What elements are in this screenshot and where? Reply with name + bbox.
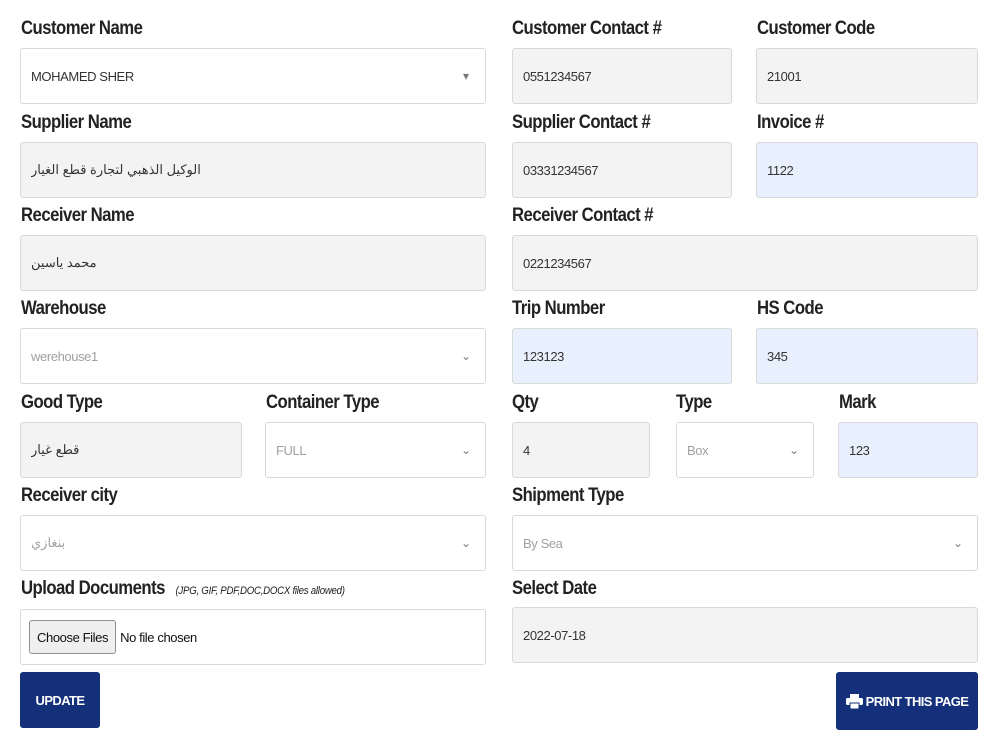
upload-documents-title: Upload Documents xyxy=(21,578,165,599)
receiver-name-value: محمد ياسين xyxy=(31,255,97,270)
good-type-value: قطع غيار xyxy=(31,442,80,457)
mark-field[interactable]: 123 xyxy=(838,422,978,478)
update-button-label: UPDATE xyxy=(35,692,85,708)
type-select[interactable]: Box ⌄ xyxy=(676,422,814,478)
warehouse-select[interactable]: werehouse1 ⌄ xyxy=(20,328,486,384)
shipment-type-value: By Sea xyxy=(523,535,563,551)
customer-contact-value: 0551234567 xyxy=(523,68,592,84)
warehouse-value: werehouse1 xyxy=(31,348,98,364)
choose-files-button[interactable]: Choose Files xyxy=(29,620,117,654)
customer-contact-label: Customer Contact # xyxy=(512,18,662,39)
customer-code-value: 21001 xyxy=(767,68,802,84)
invoice-field[interactable]: 1122 xyxy=(756,142,978,198)
trip-number-value: 123123 xyxy=(523,348,564,364)
receiver-contact-label: Receiver Contact # xyxy=(512,205,654,226)
update-button[interactable]: UPDATE xyxy=(20,672,100,728)
good-type-label: Good Type xyxy=(21,392,103,413)
receiver-name-label: Receiver Name xyxy=(21,205,135,226)
print-button-label: PRINT THIS PAGE xyxy=(865,693,969,709)
upload-documents-hint: (JPG, GIF, PDF,DOC,DOCX files allowed) xyxy=(175,585,345,597)
supplier-contact-field[interactable]: 03331234567 xyxy=(512,142,732,198)
receiver-city-label: Receiver city xyxy=(21,485,118,506)
shipment-type-label: Shipment Type xyxy=(512,485,624,506)
hs-code-value: 345 xyxy=(767,348,788,364)
receiver-city-select[interactable]: بنغازي ⌄ xyxy=(20,515,486,571)
type-label: Type xyxy=(676,392,712,413)
trip-number-field[interactable]: 123123 xyxy=(512,328,732,384)
container-type-value: FULL xyxy=(276,442,307,458)
file-status-text: No file chosen xyxy=(120,629,197,645)
customer-name-value: MOHAMED SHER xyxy=(31,68,134,84)
supplier-contact-value: 03331234567 xyxy=(523,162,599,178)
printer-icon xyxy=(845,693,863,709)
supplier-contact-label: Supplier Contact # xyxy=(512,112,651,133)
chevron-down-icon: ⌄ xyxy=(952,536,964,550)
supplier-name-label: Supplier Name xyxy=(21,112,132,133)
hs-code-field[interactable]: 345 xyxy=(756,328,978,384)
qty-label: Qty xyxy=(512,392,539,413)
print-page-button[interactable]: PRINT THIS PAGE xyxy=(836,672,978,730)
upload-documents-label: Upload Documents (JPG, GIF, PDF,DOC,DOCX … xyxy=(21,578,345,600)
date-field[interactable]: 2022-07-18 xyxy=(512,607,978,663)
receiver-contact-field[interactable]: 0221234567 xyxy=(512,235,978,291)
chevron-down-icon: ⌄ xyxy=(460,536,472,550)
qty-field[interactable]: 4 xyxy=(512,422,650,478)
customer-contact-field[interactable]: 0551234567 xyxy=(512,48,732,104)
good-type-field[interactable]: قطع غيار xyxy=(20,422,242,478)
invoice-value: 1122 xyxy=(767,162,794,178)
mark-value: 123 xyxy=(849,442,870,458)
customer-code-field[interactable]: 21001 xyxy=(756,48,978,104)
receiver-name-field[interactable]: محمد ياسين xyxy=(20,235,486,291)
supplier-name-value: الوكيل الذهبي لتجارة قطع الغيار xyxy=(31,162,201,177)
receiver-city-value: بنغازي xyxy=(31,535,66,550)
container-type-select[interactable]: FULL ⌄ xyxy=(265,422,486,478)
warehouse-label: Warehouse xyxy=(21,298,106,319)
customer-code-label: Customer Code xyxy=(757,18,875,39)
date-value: 2022-07-18 xyxy=(523,627,586,643)
customer-name-label: Customer Name xyxy=(21,18,143,39)
container-type-label: Container Type xyxy=(266,392,380,413)
shipment-type-select[interactable]: By Sea ⌄ xyxy=(512,515,978,571)
mark-label: Mark xyxy=(839,392,876,413)
invoice-label: Invoice # xyxy=(757,112,824,133)
supplier-name-field[interactable]: الوكيل الذهبي لتجارة قطع الغيار xyxy=(20,142,486,198)
type-value: Box xyxy=(687,442,709,458)
receiver-contact-value: 0221234567 xyxy=(523,255,592,271)
chevron-down-icon: ⌄ xyxy=(460,349,472,363)
customer-name-select[interactable]: MOHAMED SHER ▾ xyxy=(20,48,486,104)
hs-code-label: HS Code xyxy=(757,298,824,319)
select-date-label: Select Date xyxy=(512,578,597,599)
chevron-down-icon: ▾ xyxy=(462,69,470,83)
file-upload-input[interactable]: Choose Files No file chosen xyxy=(20,609,486,665)
trip-number-label: Trip Number xyxy=(512,298,605,319)
chevron-down-icon: ⌄ xyxy=(460,443,472,457)
chevron-down-icon: ⌄ xyxy=(788,443,800,457)
qty-value: 4 xyxy=(523,442,530,458)
